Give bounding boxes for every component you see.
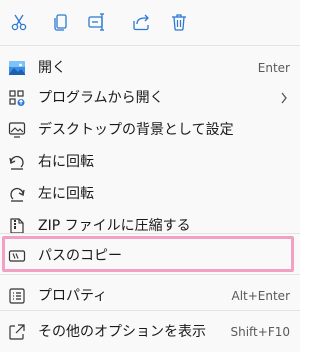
rename-icon bbox=[88, 13, 104, 31]
copy-icon bbox=[54, 14, 67, 31]
menu-item-open-with[interactable]: プログラムから開く bbox=[0, 82, 300, 114]
context-menu: 開く Enter プログラムから開く デスクトップの背景として設定 右に回転 左… bbox=[0, 0, 300, 352]
delete-icon bbox=[172, 14, 186, 31]
share-button[interactable] bbox=[128, 9, 154, 35]
menu-item-label: その他のオプションを表示 bbox=[38, 324, 206, 340]
menu-divider bbox=[0, 233, 300, 234]
menu-item-rotate-left[interactable]: 左に回転 bbox=[0, 178, 300, 210]
desktop-background-icon bbox=[8, 121, 26, 139]
menu-item-set-desktop-background[interactable]: デスクトップの背景として設定 bbox=[0, 114, 300, 146]
menu-item-shortcut: Enter bbox=[257, 61, 290, 75]
menu-item-show-more-options[interactable]: その他のオプションを表示 Shift+F10 bbox=[0, 316, 300, 348]
menu-item-label: デスクトップの背景として設定 bbox=[38, 122, 234, 138]
menu-item-rotate-right[interactable]: 右に回転 bbox=[0, 146, 300, 178]
toolbar-divider bbox=[0, 45, 300, 46]
rotate-left-icon bbox=[8, 185, 26, 203]
menu-item-properties[interactable] bbox=[0, 248, 300, 280]
menu-item-label: 開く bbox=[38, 60, 66, 76]
cut-button[interactable] bbox=[6, 9, 32, 35]
copy-button[interactable] bbox=[48, 9, 74, 35]
delete-button[interactable] bbox=[166, 9, 192, 35]
menu-item-properties-row[interactable]: プロパティ Alt+Enter bbox=[0, 280, 300, 312]
menu-item-shortcut: Alt+Enter bbox=[231, 289, 290, 303]
image-icon bbox=[8, 59, 26, 77]
menu-item-label: プログラムから開く bbox=[38, 90, 164, 106]
menu-item-open[interactable]: 開く Enter bbox=[0, 52, 300, 84]
rotate-right-icon bbox=[8, 153, 26, 171]
share-icon bbox=[133, 14, 149, 31]
menu-item-label: 左に回転 bbox=[38, 186, 94, 202]
cut-icon bbox=[11, 14, 27, 31]
menu-item-label: 右に回転 bbox=[38, 154, 94, 170]
properties-icon bbox=[8, 287, 26, 305]
chevron-right-icon bbox=[280, 90, 288, 104]
more-options-icon bbox=[8, 323, 26, 341]
menu-divider bbox=[0, 310, 300, 311]
open-with-icon bbox=[8, 89, 26, 107]
rename-button[interactable] bbox=[84, 9, 110, 35]
menu-item-label: プロパティ bbox=[38, 288, 108, 304]
context-menu-toolbar bbox=[0, 0, 300, 44]
menu-item-shortcut: Shift+F10 bbox=[230, 325, 290, 339]
